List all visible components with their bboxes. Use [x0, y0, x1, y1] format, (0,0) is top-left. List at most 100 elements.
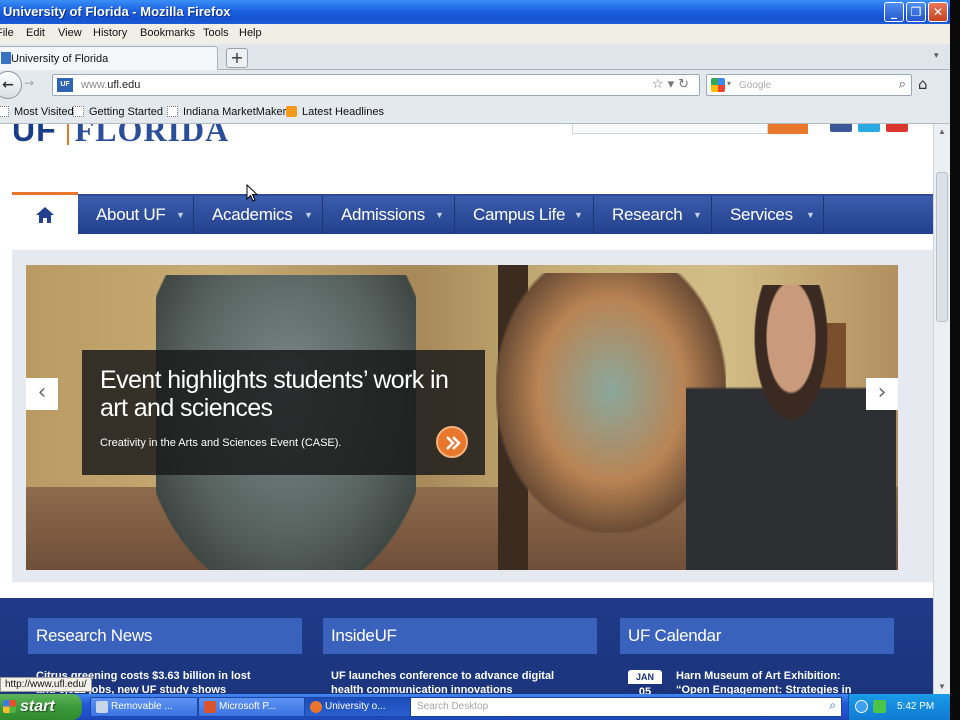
nav-research[interactable]: Research ▼	[594, 196, 712, 234]
bookmarks-toolbar: Most Visited Getting Started Indiana Mar…	[0, 100, 950, 124]
calendar-event-link-line2[interactable]: “Open Engagement: Strategies in	[676, 684, 851, 694]
task-firefox[interactable]: University o...	[304, 697, 412, 717]
window-title: University of Florida - Mozilla Firefox	[3, 4, 231, 19]
address-url[interactable]: www.ufl.edu	[81, 79, 140, 91]
bookmark-star-icon[interactable]: ☆▾↻	[652, 77, 693, 92]
mouse-cursor-icon	[246, 184, 258, 202]
uf-logo[interactable]: UF FLORIDA	[12, 124, 229, 149]
task-microsoft-powerpoint[interactable]: Microsoft P...	[198, 697, 306, 717]
site-identity-icon[interactable]: UF	[57, 78, 73, 92]
rss-icon	[286, 106, 297, 117]
twitter-icon[interactable]	[858, 124, 880, 132]
address-bar[interactable]: UF www.ufl.edu ☆▾↻	[52, 74, 700, 96]
nav-services[interactable]: Services ▼	[712, 196, 824, 234]
search-placeholder: Google	[739, 80, 772, 91]
slider-prev-button[interactable]: ‹	[26, 378, 58, 410]
back-button[interactable]: ←	[0, 71, 22, 99]
tray-network-icon[interactable]	[873, 700, 886, 713]
site-search-input[interactable]	[572, 124, 768, 134]
home-icon	[36, 207, 54, 223]
bookmark-indiana-marketmaker[interactable]: Indiana MarketMaker	[167, 106, 286, 118]
calendar-date-badge: JAN 05	[628, 670, 662, 694]
favicon-icon	[1, 52, 11, 64]
slider-next-button[interactable]: ›	[866, 378, 898, 410]
uf-calendar-panel: UF Calendar JAN 05 Harn Museum of Art Ex…	[620, 618, 894, 694]
taskbar: start Removable ... Microsoft P... Unive…	[0, 694, 950, 720]
engine-dropdown-icon[interactable]: ▾	[727, 79, 731, 88]
task-removable[interactable]: Removable ...	[90, 697, 198, 717]
chevron-down-icon: ▼	[806, 210, 815, 220]
desktop-search-input[interactable]: Search Desktop ⌕	[410, 697, 842, 717]
navigation-toolbar: ← → UF www.ufl.edu ☆▾↻ ▾ Google ⌕ ⌂	[0, 70, 950, 100]
search-icon[interactable]: ⌕	[829, 698, 836, 713]
menu-tools[interactable]: Tools	[203, 27, 229, 39]
menu-help[interactable]: Help	[239, 27, 262, 39]
system-tray: 5:42 PM	[848, 694, 950, 720]
scroll-up-icon[interactable]: ▲	[938, 127, 946, 136]
bookmark-getting-started[interactable]: Getting Started	[73, 106, 163, 118]
minimize-button[interactable]: _	[884, 2, 904, 22]
calendar-event-link[interactable]: Harn Museum of Art Exhibition:	[676, 670, 841, 682]
hero-title[interactable]: Event highlights students’ work in art a…	[100, 366, 460, 422]
menu-bar: File Edit View History Bookmarks Tools H…	[0, 24, 950, 44]
chevron-down-icon: ▼	[693, 210, 702, 220]
hero-description: Creativity in the Arts and Sciences Even…	[100, 437, 342, 449]
maximize-button[interactable]: ❐	[906, 2, 926, 22]
bookmark-most-visited[interactable]: Most Visited	[0, 106, 74, 118]
scroll-down-icon[interactable]: ▼	[938, 682, 946, 691]
bookmark-latest-headlines[interactable]: Latest Headlines	[286, 106, 384, 118]
panel-title[interactable]: UF Calendar	[620, 618, 894, 654]
page-icon	[73, 106, 84, 117]
home-icon[interactable]: ⌂	[918, 75, 928, 93]
forward-button[interactable]: →	[24, 76, 34, 90]
news-panels: Research News Citrus greening costs $3.6…	[0, 598, 933, 694]
nav-about-uf[interactable]: About UF ▼	[78, 196, 194, 234]
menu-file[interactable]: File	[0, 27, 14, 39]
tab-university-of-florida[interactable]: University of Florida	[0, 46, 218, 70]
clock[interactable]: 5:42 PM	[897, 701, 934, 712]
powerpoint-icon	[204, 701, 216, 713]
page-viewport: UF FLORIDA About UF ▼ Academics ▼ Admission…	[0, 124, 933, 694]
tab-label: University of Florida	[11, 53, 109, 65]
close-button[interactable]: ✕	[928, 2, 948, 22]
insideuf-link[interactable]: UF launches conference to advance digita…	[331, 670, 554, 682]
nav-admissions[interactable]: Admissions ▼	[323, 196, 455, 234]
hero-image[interactable]: Event highlights students’ work in art a…	[26, 265, 898, 570]
google-engine-icon[interactable]	[711, 78, 725, 92]
screen: University of Florida - Mozilla Firefox …	[0, 0, 960, 720]
menu-edit[interactable]: Edit	[26, 27, 45, 39]
nav-academics[interactable]: Academics ▼	[194, 196, 323, 234]
tray-icon-back[interactable]	[855, 700, 868, 713]
search-icon[interactable]: ⌕	[899, 77, 906, 92]
panel-title[interactable]: Research News	[28, 618, 302, 654]
tab-list-icon[interactable]: ▾	[934, 50, 939, 61]
page-scrollbar[interactable]: ▲ ▼	[933, 124, 950, 694]
read-more-button[interactable]	[436, 426, 468, 458]
drive-icon	[96, 701, 108, 713]
start-button[interactable]: start	[0, 694, 82, 720]
chevron-down-icon: ▼	[304, 210, 313, 220]
scrollbar-thumb[interactable]	[936, 172, 948, 322]
site-search-button[interactable]	[768, 124, 808, 134]
panel-title[interactable]: InsideUF	[323, 618, 597, 654]
search-bar[interactable]: ▾ Google ⌕	[706, 74, 912, 96]
nav-campus-life[interactable]: Campus Life ▼	[455, 196, 594, 234]
facebook-icon[interactable]	[830, 124, 852, 132]
menu-history[interactable]: History	[93, 27, 127, 39]
youtube-icon[interactable]	[886, 124, 908, 132]
menu-view[interactable]: View	[58, 27, 82, 39]
nav-home-button[interactable]	[12, 192, 78, 236]
window-title-bar[interactable]: University of Florida - Mozilla Firefox …	[0, 0, 950, 24]
double-chevron-right-icon	[446, 436, 461, 450]
new-tab-button[interactable]: +	[226, 48, 248, 68]
firefox-icon	[310, 701, 322, 713]
windows-flag-icon	[3, 700, 16, 713]
hero-slider: Event highlights students’ work in art a…	[12, 250, 933, 582]
insideuf-panel: InsideUF UF launches conference to advan…	[323, 618, 597, 694]
status-url: http://www.ufl.edu/	[0, 677, 92, 692]
insideuf-link-line2[interactable]: health communication innovations	[331, 684, 513, 694]
chevron-down-icon: ▼	[435, 210, 444, 220]
tab-bar: University of Florida + ▾	[0, 44, 950, 70]
chevron-down-icon: ▼	[574, 210, 583, 220]
menu-bookmarks[interactable]: Bookmarks	[140, 27, 195, 39]
